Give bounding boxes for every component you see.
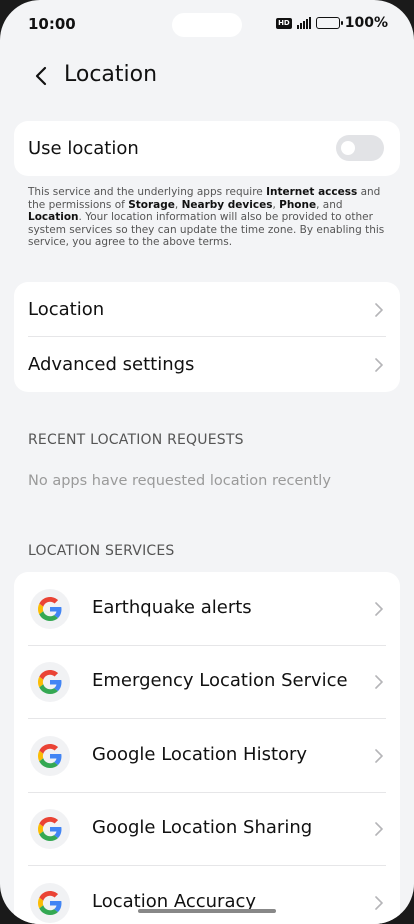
status-icons: HD 100% [276,15,388,31]
google-logo-icon [30,809,70,850]
toggle-knob [341,141,355,155]
google-logo-icon [30,735,70,776]
google-logo-icon [30,588,70,629]
google-logo-icon [30,882,70,923]
service-item[interactable]: Emergency Location Service [14,646,400,719]
service-item[interactable]: Google Location History [14,719,400,793]
battery-icon [315,17,343,29]
google-logo-icon [30,662,70,703]
battery-percent: 100% [344,15,388,31]
page-title: Location [64,62,158,87]
service-item-label: Emergency Location Service [92,670,348,692]
chevron-right-icon [375,675,383,690]
status-bar: 10:00 HD 100% [0,0,414,50]
settings-item-label: Location [28,299,105,320]
service-item[interactable]: Google Location Sharing [14,793,400,866]
settings-item-label: Advanced settings [28,354,195,375]
chevron-right-icon [375,601,383,616]
service-item[interactable]: Location Accuracy [14,866,400,924]
chevron-right-icon [375,357,383,372]
signal-icon [296,17,311,29]
chevron-right-icon [375,302,383,317]
chevron-right-icon [375,895,383,910]
recent-requests-empty: No apps have requested location recently [28,473,331,489]
location-description: This service and the underlying apps req… [28,186,385,248]
use-location-label: Use location [28,138,139,159]
home-indicator[interactable] [138,909,276,913]
service-item[interactable]: Earthquake alerts [14,572,400,646]
location-services-card: Earthquake alerts Emergency Location Ser… [14,572,400,924]
settings-card: Location Advanced settings [14,282,400,392]
services-list: Earthquake alerts Emergency Location Ser… [14,572,400,924]
chevron-right-icon [375,822,383,837]
service-item-label: Google Location Sharing [92,817,313,839]
settings-item-advanced[interactable]: Advanced settings [14,337,400,392]
back-arrow-icon[interactable] [32,66,52,86]
status-time: 10:00 [28,15,76,33]
location-services-title: LOCATION SERVICES [28,543,175,559]
phone-screen: 10:00 HD 100% Location Use location This… [0,0,414,924]
service-item-label: Google Location History [92,743,308,765]
camera-pill [172,13,242,37]
service-item-label: Earthquake alerts [92,596,252,618]
settings-item-location[interactable]: Location [14,282,400,337]
chevron-right-icon [375,748,383,763]
use-location-toggle[interactable] [336,135,384,161]
use-location-row[interactable]: Use location [14,121,400,176]
header: Location [0,56,414,96]
use-location-card: Use location [14,121,400,176]
hd-icon: HD [276,17,292,29]
recent-requests-title: RECENT LOCATION REQUESTS [28,432,244,448]
